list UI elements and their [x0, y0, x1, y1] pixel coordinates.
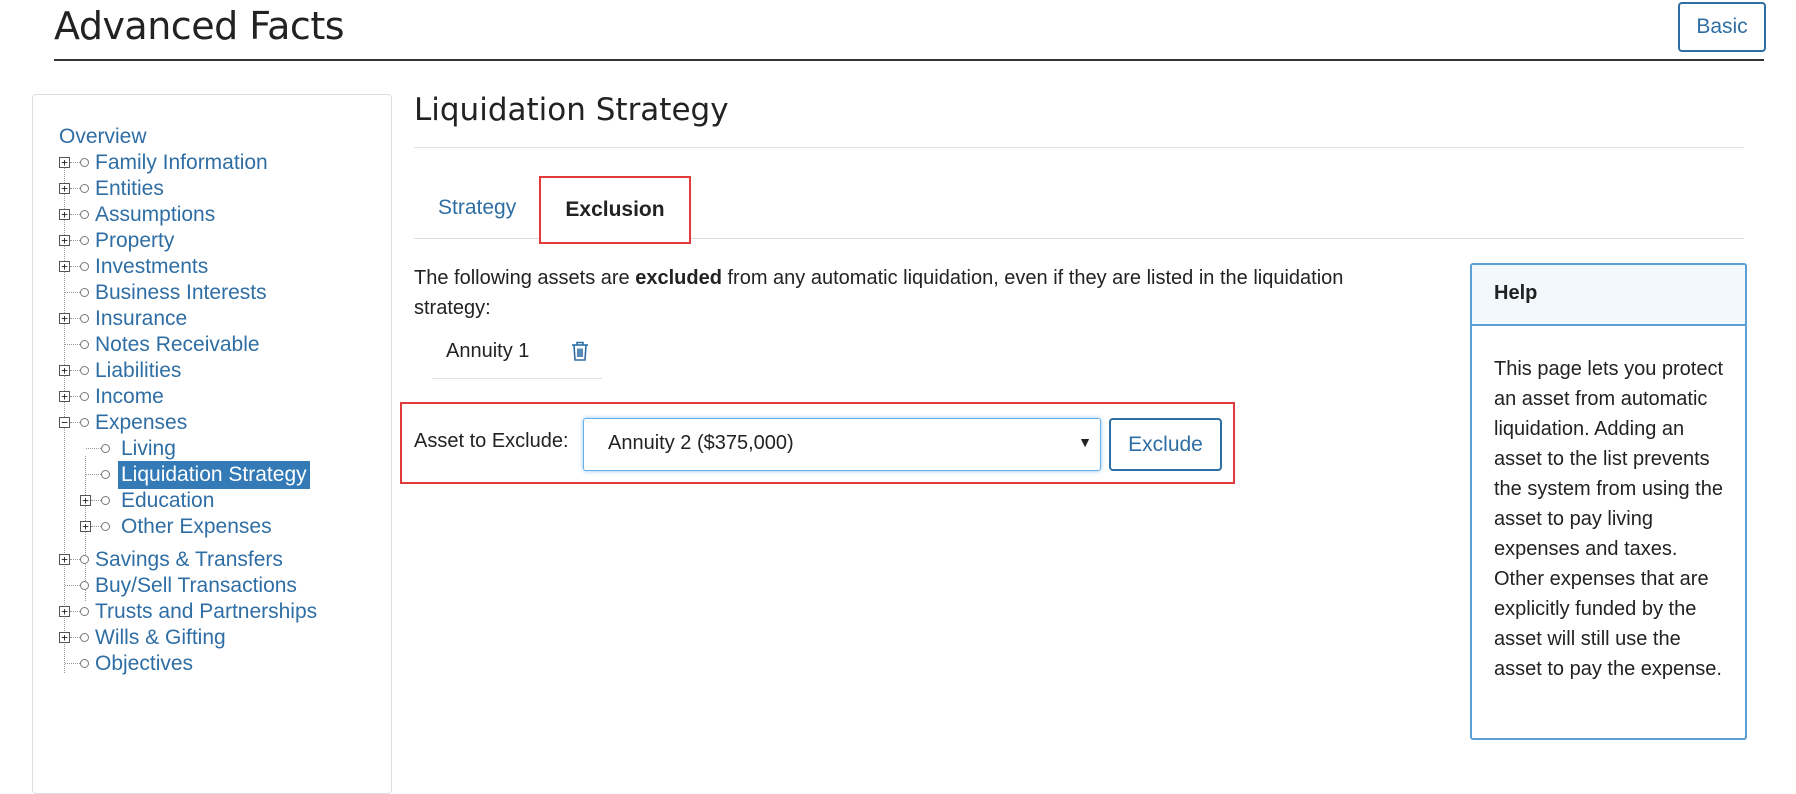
expand-icon[interactable]: + — [59, 554, 70, 565]
tree-connector — [70, 318, 80, 319]
tree-connector — [70, 214, 80, 215]
tree-connector — [86, 448, 101, 449]
tree-node-icon — [101, 444, 110, 453]
tree-connector — [70, 559, 80, 560]
expand-icon[interactable]: + — [59, 261, 70, 272]
tree-node-icon — [80, 184, 89, 193]
tree-node-icon — [80, 288, 89, 297]
trash-icon[interactable] — [570, 340, 590, 362]
expand-icon[interactable]: + — [59, 365, 70, 376]
tree-node-icon — [101, 470, 110, 479]
sidebar-item-label[interactable]: Trusts and Partnerships — [95, 598, 317, 626]
tree-node-icon — [80, 581, 89, 590]
expand-icon[interactable]: + — [59, 183, 70, 194]
tree-connector — [70, 240, 80, 241]
sidebar-item-label[interactable]: Expenses — [95, 409, 187, 437]
asset-to-exclude-select[interactable]: Annuity 2 ($375,000) ▼ — [583, 418, 1101, 471]
collapse-icon[interactable]: − — [59, 417, 70, 428]
asset-to-exclude-label: Asset to Exclude: — [414, 430, 569, 452]
help-panel: Help This page lets you protect an asset… — [1470, 263, 1747, 740]
sidebar-item-label[interactable]: Assumptions — [95, 201, 215, 229]
expand-icon[interactable]: + — [59, 313, 70, 324]
description-emphasis: excluded — [635, 267, 722, 289]
tree-connector — [70, 188, 80, 189]
excluded-asset-item: Annuity 1 — [432, 333, 602, 379]
sidebar-item-label[interactable]: Investments — [95, 253, 208, 281]
tree-connector — [65, 663, 80, 664]
dropdown-caret-icon: ▼ — [1078, 434, 1092, 450]
tree-node-icon — [101, 522, 110, 531]
sidebar-item-label[interactable]: Family Information — [95, 149, 268, 177]
excluded-asset-name: Annuity 1 — [446, 340, 530, 362]
tree-node-icon — [80, 236, 89, 245]
sidebar-item-label[interactable]: Business Interests — [95, 279, 267, 307]
tree-connector — [70, 162, 80, 163]
sidebar-item-label[interactable]: Notes Receivable — [95, 331, 260, 359]
expand-icon[interactable]: + — [59, 391, 70, 402]
asset-select-value: Annuity 2 ($375,000) — [608, 432, 794, 454]
tree-connector — [70, 266, 80, 267]
expand-icon[interactable]: + — [59, 606, 70, 617]
tree-node-icon — [80, 633, 89, 642]
tab-strategy[interactable]: Strategy — [438, 196, 516, 220]
tree-connector — [70, 637, 80, 638]
description-text: The following assets are — [414, 267, 636, 289]
sidebar-item-label[interactable]: Insurance — [95, 305, 187, 333]
exclusion-description: The following assets are excluded from a… — [414, 263, 1414, 323]
tree-connector — [91, 526, 101, 527]
sidebar-item-label[interactable]: Savings & Transfers — [95, 546, 283, 574]
tree-node-icon — [80, 418, 89, 427]
sidebar-item-label[interactable]: Liabilities — [95, 357, 181, 385]
tree-connector — [91, 500, 101, 501]
sidebar-item-label[interactable]: Education — [121, 487, 214, 515]
help-body: This page lets you protect an asset from… — [1494, 358, 1724, 680]
title-divider — [54, 59, 1764, 61]
tree-connector — [70, 611, 80, 612]
tree-node-icon — [80, 366, 89, 375]
help-title: Help — [1472, 265, 1745, 326]
tree-connector — [65, 344, 80, 345]
tab-exclusion[interactable]: Exclusion — [539, 176, 691, 244]
exclude-button[interactable]: Exclude — [1109, 418, 1222, 471]
section-divider — [414, 147, 1744, 148]
sidebar-item-label[interactable]: Overview — [59, 123, 147, 151]
sidebar-item-label[interactable]: Living — [121, 435, 176, 463]
tree-node-icon — [80, 210, 89, 219]
sidebar-nav: Overview + Family Information + Entities… — [32, 94, 392, 794]
expand-icon[interactable]: + — [59, 235, 70, 246]
expand-icon[interactable]: + — [59, 209, 70, 220]
sidebar-item-label[interactable]: Other Expenses — [121, 513, 272, 541]
expand-icon[interactable]: + — [59, 157, 70, 168]
tree-connector — [86, 474, 101, 475]
sidebar-item-label[interactable]: Objectives — [95, 650, 193, 678]
expand-icon[interactable]: + — [80, 495, 91, 506]
tree-node-icon — [80, 340, 89, 349]
tree-node-icon — [80, 314, 89, 323]
tree-node-icon — [80, 555, 89, 564]
section-title: Liquidation Strategy — [414, 92, 729, 128]
tree-connector — [65, 585, 80, 586]
tree-node-icon — [80, 607, 89, 616]
sidebar-item-label[interactable]: Entities — [95, 175, 164, 203]
tree-node-icon — [101, 496, 110, 505]
tree-connector — [65, 292, 80, 293]
tree-node-icon — [80, 262, 89, 271]
tree-node-icon — [80, 659, 89, 668]
sidebar-item-label[interactable]: Income — [95, 383, 164, 411]
expand-icon[interactable]: + — [80, 521, 91, 532]
tree-connector — [70, 422, 80, 423]
sidebar-item-label[interactable]: Liquidation Strategy — [118, 461, 310, 489]
tree-node-icon — [80, 158, 89, 167]
basic-button[interactable]: Basic — [1678, 2, 1766, 52]
sidebar-item-label[interactable]: Property — [95, 227, 174, 255]
sidebar-item-label[interactable]: Buy/Sell Transactions — [95, 572, 297, 600]
tree-connector — [70, 370, 80, 371]
expand-icon[interactable]: + — [59, 632, 70, 643]
sidebar-item-label[interactable]: Wills & Gifting — [95, 624, 226, 652]
tree-connector — [70, 396, 80, 397]
page-title: Advanced Facts — [54, 4, 345, 48]
tree-node-icon — [80, 392, 89, 401]
